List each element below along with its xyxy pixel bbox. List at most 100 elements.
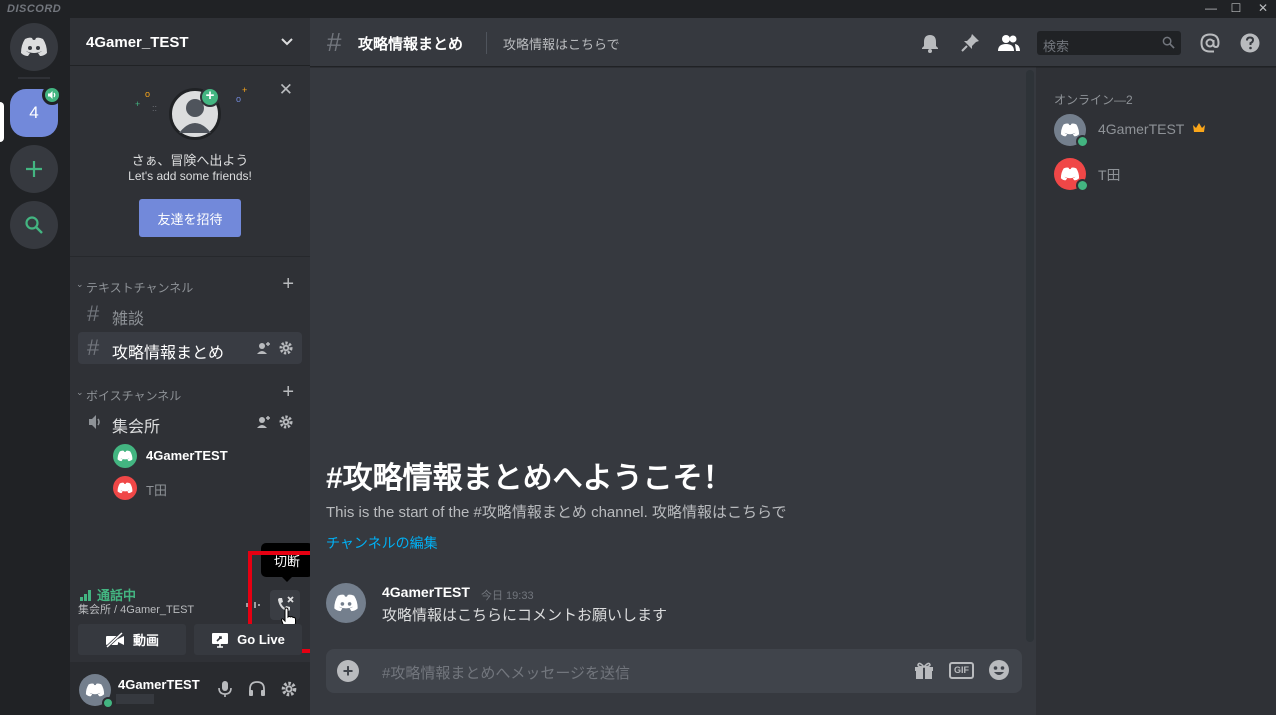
gear-icon[interactable]	[278, 340, 294, 356]
channel-zatsudan[interactable]: # 雑談	[78, 298, 302, 330]
search-placeholder: 検索	[1043, 39, 1070, 54]
sparkle-icon: +	[242, 85, 248, 95]
video-button[interactable]: 動画	[78, 624, 186, 655]
title-bar: DISCORD — ☐ ✕	[0, 0, 1276, 18]
home-button[interactable]	[10, 23, 58, 71]
guild-name: 4Gamer_TEST	[86, 34, 189, 51]
online-status-dot	[1076, 135, 1089, 148]
headphones-icon[interactable]	[248, 680, 266, 698]
scrollbar[interactable]	[1026, 70, 1034, 642]
avatar[interactable]	[326, 583, 366, 623]
add-server-button[interactable]	[10, 145, 58, 193]
channel-header: # 攻略情報まとめ 攻略情報はこちらで 検索	[310, 18, 1276, 67]
mentions-icon[interactable]	[1199, 32, 1221, 54]
signal-icon	[80, 589, 91, 601]
selected-server-indicator	[0, 102, 4, 142]
plus-icon	[26, 161, 42, 177]
voice-channel-shukaisho[interactable]: 集会所	[78, 406, 302, 438]
crown-icon	[1193, 123, 1205, 132]
search-icon	[25, 216, 43, 234]
message-author[interactable]: 4GamerTEST	[382, 584, 470, 600]
message-composer[interactable]: + #攻略情報まとめへメッセージを送信 GIF	[326, 649, 1022, 693]
category-voice-channels[interactable]: ⌄ ボイスチャンネル +	[70, 381, 310, 403]
message-text: 攻略情報はこちらにコメントお願いします	[382, 607, 668, 624]
members-icon[interactable]	[998, 32, 1020, 54]
voice-location[interactable]: 集会所 / 4Gamer_TEST	[78, 601, 194, 617]
create-channel-icon[interactable]: +	[282, 273, 294, 296]
app-brand: DISCORD	[7, 3, 62, 15]
channel-title: 攻略情報まとめ	[358, 36, 464, 53]
avatar[interactable]	[79, 674, 114, 709]
speaker-badge-icon	[42, 85, 62, 105]
discord-app: DISCORD — ☐ ✕ 4 4Gamer_TEST ✕ + o:: o +…	[0, 0, 1276, 715]
channel-topic[interactable]: 攻略情報はこちらで	[503, 34, 620, 53]
hash-icon: #	[87, 301, 100, 326]
gif-button[interactable]: GIF	[949, 661, 974, 679]
sparkle-icon: o	[145, 89, 151, 99]
channel-label: 雑談	[112, 311, 145, 328]
sparkle-icon: o	[236, 94, 242, 104]
chat-main: # 攻略情報まとめ 攻略情報はこちらで 検索 #攻略情報まとめへようこそ！ Th…	[310, 18, 1276, 715]
go-live-button[interactable]: Go Live	[194, 624, 302, 655]
discord-logo-icon	[21, 37, 47, 56]
member-item[interactable]: 4GamerTEST	[1054, 112, 1264, 148]
video-label: 動画	[132, 633, 159, 648]
category-label: ボイスチャンネル	[86, 389, 182, 403]
notification-bell-icon[interactable]	[919, 32, 941, 54]
gift-icon[interactable]	[913, 660, 935, 680]
header-divider	[486, 32, 487, 54]
voice-connected-panel: 通話中 集会所 / 4Gamer_TEST 切断 動画 Go Live	[70, 543, 324, 661]
user-panel: 4GamerTEST	[70, 662, 310, 715]
server-4gamer-test[interactable]: 4	[10, 85, 62, 137]
video-off-icon	[105, 631, 124, 648]
voice-user-name: T田	[146, 483, 167, 498]
sparkle-icon: ::	[152, 103, 158, 113]
server-initial: 4	[29, 103, 39, 122]
create-channel-icon[interactable]: +	[282, 381, 294, 404]
channel-label: 攻略情報まとめ	[112, 345, 225, 362]
emoji-icon[interactable]	[988, 659, 1010, 681]
channel-label: 集会所	[112, 419, 161, 436]
online-status-dot	[1076, 179, 1089, 192]
edit-channel-link[interactable]: チャンネルの編集	[326, 533, 438, 553]
pin-icon[interactable]	[959, 32, 981, 54]
invite-subtitle: Let's add some friends!	[128, 169, 252, 183]
microphone-icon[interactable]	[216, 680, 234, 698]
sparkle-icon: +	[135, 99, 141, 109]
gear-icon[interactable]	[278, 414, 294, 430]
search-input[interactable]: 検索	[1037, 31, 1181, 55]
explore-servers-button[interactable]	[10, 201, 58, 249]
close-icon[interactable]: ✕	[279, 80, 293, 100]
member-item[interactable]: T田	[1054, 156, 1264, 192]
username: 4GamerTEST	[118, 677, 200, 692]
speaker-icon	[89, 415, 100, 429]
channel-kouryaku[interactable]: # 攻略情報まとめ	[78, 332, 302, 364]
chevron-down-icon: ⌄	[76, 279, 84, 289]
invite-title: さぁ、冒険へ出よう	[131, 153, 249, 168]
voice-user[interactable]: T田	[113, 474, 303, 502]
minimize-button[interactable]: —	[1198, 0, 1224, 18]
message-timestamp: 今日 19:33	[481, 590, 534, 602]
voice-user[interactable]: 4GamerTEST	[113, 442, 303, 470]
member-category: オンライン—2	[1054, 93, 1133, 107]
search-icon	[1162, 36, 1175, 49]
invite-member-icon[interactable]	[256, 340, 272, 356]
hash-icon: #	[327, 27, 342, 57]
member-name: 4GamerTEST	[1098, 121, 1185, 137]
category-label: テキストチャンネル	[86, 281, 194, 295]
server-rail: 4	[0, 18, 70, 715]
online-status-dot	[102, 697, 114, 709]
close-window-button[interactable]: ✕	[1250, 0, 1276, 18]
guild-header[interactable]: 4Gamer_TEST	[70, 18, 310, 66]
maximize-button[interactable]: ☐	[1223, 0, 1249, 18]
category-text-channels[interactable]: ⌄ テキストチャンネル +	[70, 273, 310, 295]
welcome-subtitle: This is the start of the #攻略情報まとめ channe…	[326, 504, 787, 521]
invite-friends-button[interactable]: 友達を招待	[139, 199, 241, 237]
help-icon[interactable]	[1239, 32, 1261, 54]
member-list: オンライン—2 4GamerTEST T田	[1036, 67, 1276, 715]
settings-gear-icon[interactable]	[280, 680, 298, 698]
member-name: T田	[1098, 167, 1121, 183]
message-input[interactable]: #攻略情報まとめへメッセージを送信	[382, 662, 630, 683]
invite-member-icon[interactable]	[256, 414, 272, 430]
attach-plus-icon[interactable]: +	[337, 660, 359, 682]
